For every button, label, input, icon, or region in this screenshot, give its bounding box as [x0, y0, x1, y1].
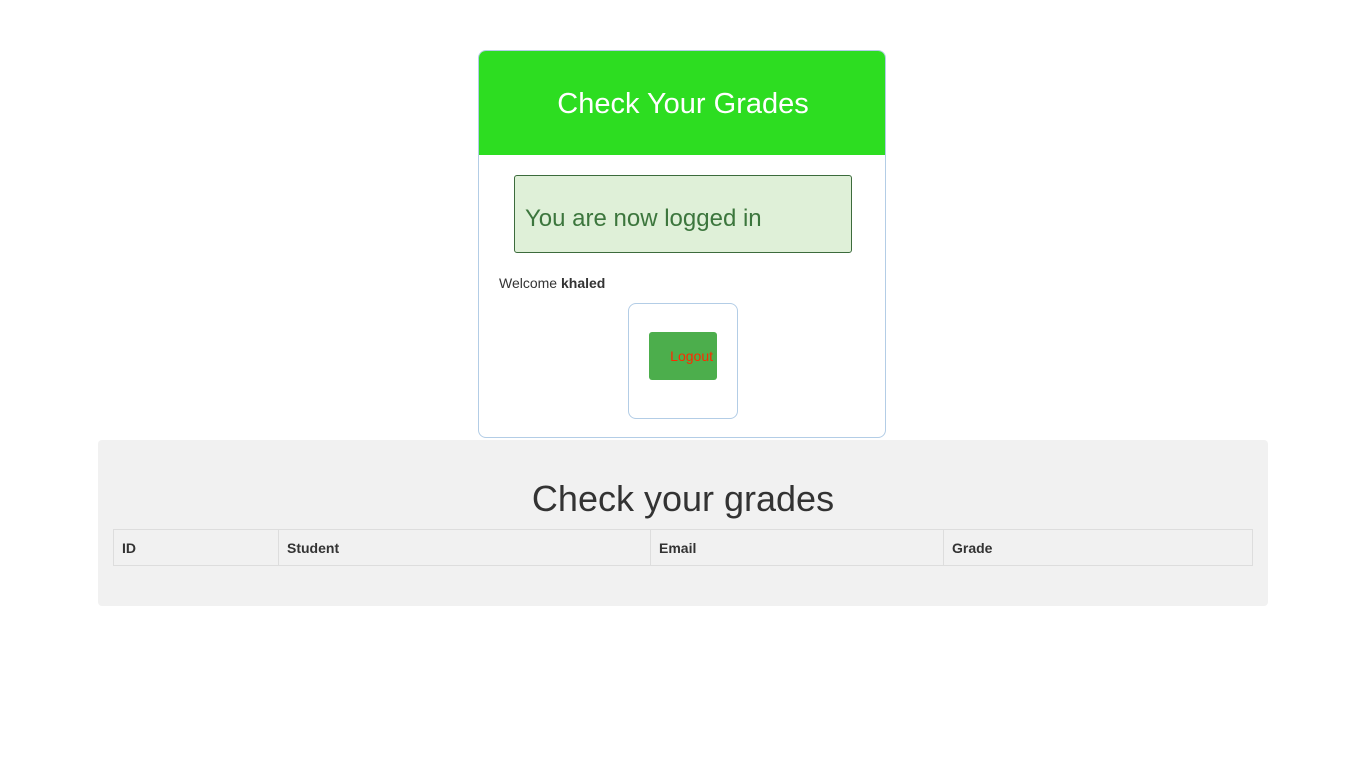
login-status-card: Check Your Grades You are now logged in … [478, 50, 886, 438]
column-header-student: Student [278, 529, 651, 566]
grades-header-row: ID Student Email Grade [113, 529, 1253, 566]
logged-in-alert: You are now logged in [514, 175, 852, 253]
username: khaled [560, 275, 606, 291]
card-title: Check Your Grades [557, 88, 809, 120]
column-header-grade: Grade [943, 529, 1253, 566]
grades-table: ID Student Email Grade [113, 529, 1253, 566]
logout-button[interactable]: Logout [649, 332, 717, 380]
column-header-email: Email [650, 529, 944, 566]
welcome-prefix: Welcome [499, 275, 561, 291]
welcome-message: Welcome khaled [499, 275, 605, 291]
logout-container: Logout [628, 303, 738, 419]
grades-panel: Check your grades ID Student Email Grade [98, 440, 1268, 606]
card-header: Check Your Grades [479, 51, 885, 155]
grades-title: Check your grades [531, 478, 835, 519]
column-header-id: ID [113, 529, 279, 566]
